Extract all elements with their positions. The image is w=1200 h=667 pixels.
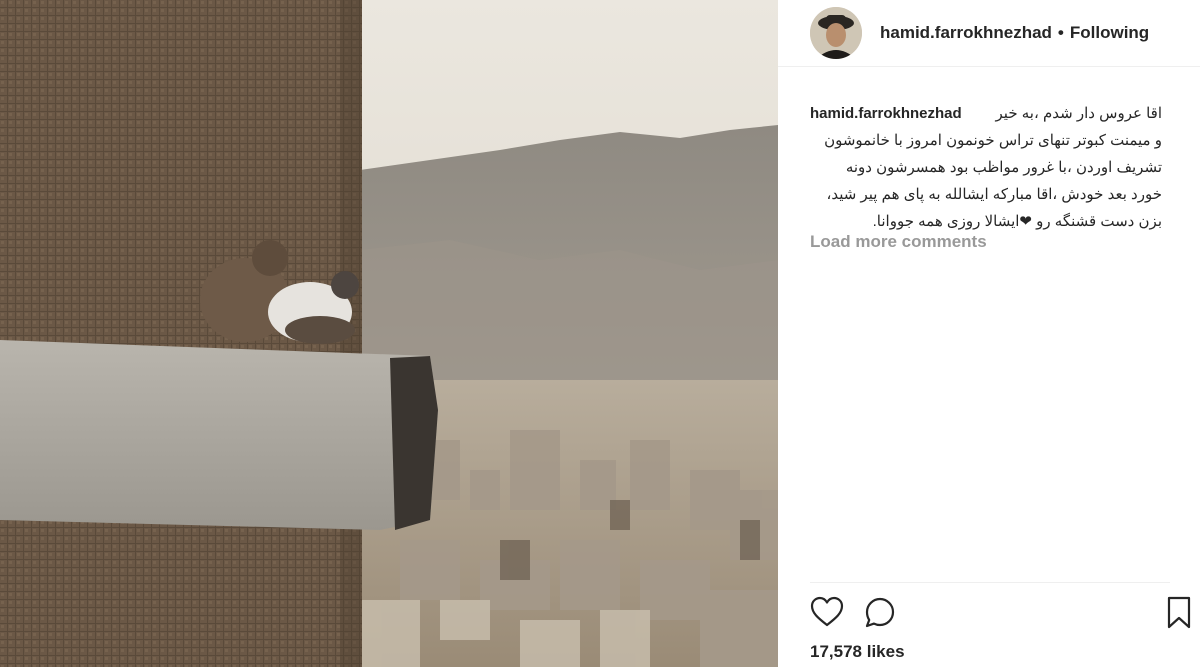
likes-count[interactable]: 17,578 likes: [810, 642, 905, 662]
bookmark-icon: [1167, 596, 1191, 629]
username-link[interactable]: hamid.farrokhnezhad: [880, 23, 1052, 42]
caption-username[interactable]: hamid.farrokhnezhad: [810, 100, 962, 127]
post-sidebar: hamid.farrokhnezhad • Following hamid.farr…: [778, 0, 1200, 667]
avatar[interactable]: [810, 7, 862, 59]
caption-line: بزن دست قشنگه رو ❤ایشالا روزی همه جووانا…: [872, 213, 1162, 230]
caption-line: خورد بعد خودش ،اقا مبارکه ایشالله به پای…: [826, 186, 1162, 203]
like-button[interactable]: [810, 596, 844, 633]
save-button[interactable]: [1166, 596, 1192, 635]
comment-button[interactable]: [863, 596, 897, 635]
post-photo[interactable]: [0, 0, 778, 667]
header-text: hamid.farrokhnezhad • Following: [880, 23, 1149, 43]
caption-line: تشریف اوردن ،با غرور مواظب بود همسرشون د…: [845, 159, 1162, 176]
speech-bubble-icon: [865, 597, 895, 628]
photo-scene: [0, 0, 778, 667]
heart-outline-icon: [810, 596, 844, 627]
post-header: hamid.farrokhnezhad • Following: [778, 0, 1200, 67]
load-more-comments-link[interactable]: Load more comments: [810, 232, 987, 252]
post-caption: hamid.farrokhnezhad اقا عروس دار شدم ،به…: [810, 100, 1162, 235]
actions-divider: [810, 582, 1170, 583]
following-button[interactable]: Following: [1070, 23, 1149, 42]
separator-dot: •: [1057, 23, 1064, 42]
avatar-image: [810, 7, 862, 59]
caption-line: و میمنت کبوتر تنهای تراس خونمون امروز با…: [824, 132, 1162, 149]
